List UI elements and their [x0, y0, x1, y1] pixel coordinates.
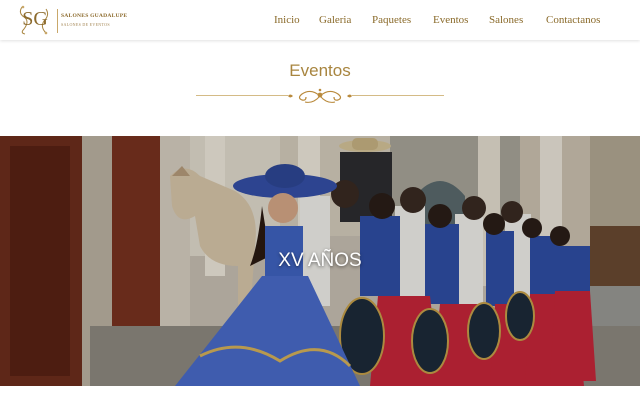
- nav-item-eventos[interactable]: Eventos: [433, 14, 468, 26]
- site-header: SG SALONES GUADALUPE SALONES DE EVENTOS …: [0, 0, 640, 40]
- hero-caption: XV AÑOS: [278, 250, 362, 271]
- nav-item-inicio[interactable]: Inicio: [274, 14, 300, 26]
- main-nav: Inicio Galeria Paquetes Eventos Salones …: [0, 14, 640, 28]
- nav-item-galeria[interactable]: Galeria: [319, 14, 351, 26]
- nav-item-paquetes[interactable]: Paquetes: [372, 14, 411, 26]
- nav-item-contactanos[interactable]: Contactanos: [546, 14, 600, 26]
- title-divider-left: [196, 95, 288, 96]
- hero-banner[interactable]: XV AÑOS: [0, 136, 640, 386]
- title-divider-right: [352, 95, 444, 96]
- ornament-flourish-icon: [288, 88, 352, 103]
- section-title: Eventos: [289, 61, 351, 80]
- nav-item-salones[interactable]: Salones: [489, 14, 523, 26]
